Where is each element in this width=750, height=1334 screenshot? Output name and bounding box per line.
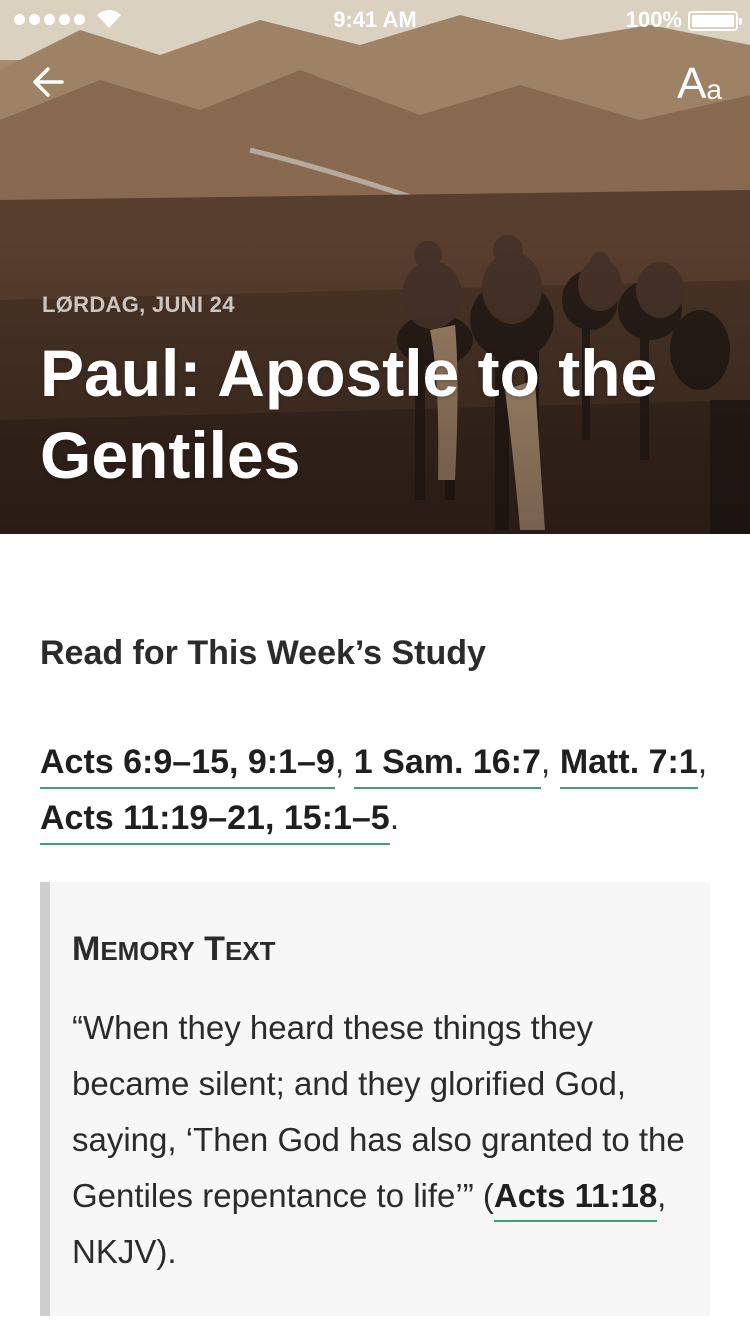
reading-separator: ,	[540, 743, 560, 781]
battery-icon	[688, 11, 742, 31]
reading-separator: ,	[697, 743, 708, 781]
reading-link-1-sam-16-7[interactable]: 1 Sam. 16:7	[353, 743, 541, 789]
lesson-date: LØRDAG, JUNI 24	[42, 292, 235, 317]
status-bar: 9:41 AM 100%	[0, 0, 750, 40]
font-size-icon-large: A	[677, 59, 707, 108]
reading-separator: ,	[334, 743, 354, 781]
back-button[interactable]	[28, 60, 72, 104]
font-size-button[interactable]: A a	[677, 56, 722, 106]
reading-separator: .	[389, 799, 400, 837]
lesson-content: Read for This Week’s Study Acts 6:9–15, …	[0, 534, 750, 1334]
font-size-icon-small: a	[706, 74, 722, 105]
memory-reference-link[interactable]: Acts 11:18	[493, 1177, 658, 1222]
scripture-readings: Acts 6:9–15, 9:1–9, 1 Sam. 16:7, Matt. 7…	[40, 734, 720, 846]
arrow-left-icon	[33, 67, 64, 97]
reading-link-acts-11-19[interactable]: Acts 11:19–21, 15:1–5	[40, 799, 390, 845]
reading-link-matt-7-1[interactable]: Matt. 7:1	[559, 743, 698, 789]
battery-percent: 100%	[625, 7, 682, 32]
memory-text-title: MEMORY TEXT	[72, 930, 276, 968]
hero-image: 9:41 AM 100% A a LØRDAG, JUNI 24 Paul: A…	[0, 0, 750, 534]
lesson-title: Paul: Apostle to the Gentiles	[40, 336, 658, 492]
reading-link-acts-6-9[interactable]: Acts 6:9–15, 9:1–9	[40, 743, 335, 789]
memory-text-quote: “When they heard these things they becam…	[72, 1009, 685, 1270]
section-heading: Read for This Week’s Study	[40, 634, 486, 672]
memory-text-box: MEMORY TEXT “When they heard these thing…	[40, 882, 710, 1316]
